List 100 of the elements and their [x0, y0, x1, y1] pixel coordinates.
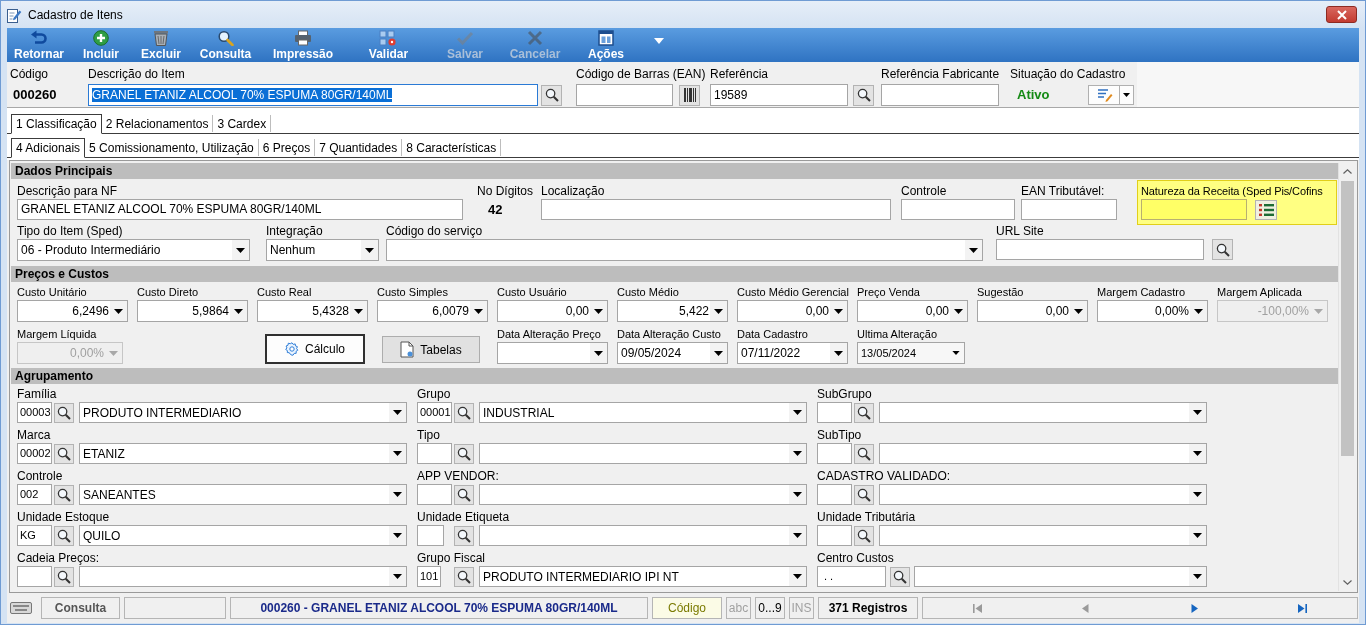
dropdown-field[interactable]	[386, 239, 983, 261]
delete-button[interactable]: Excluir	[138, 29, 184, 61]
field-label: Preço Venda	[857, 286, 920, 300]
dropdown-field[interactable]: 0,00	[737, 300, 848, 322]
search-button[interactable]	[454, 443, 474, 464]
search-button[interactable]	[854, 484, 874, 505]
vertical-scrollbar[interactable]	[1338, 163, 1356, 591]
list-button[interactable]	[1255, 199, 1277, 220]
more-button[interactable]	[652, 36, 666, 46]
dropdown-field[interactable]: 6,0079	[377, 300, 488, 322]
code-field[interactable]	[417, 484, 452, 505]
dropdown-field[interactable]: 0,00	[977, 300, 1088, 322]
dropdown-field[interactable]: ETANIZ	[79, 443, 407, 464]
dropdown-field[interactable]: 5,422	[617, 300, 728, 322]
code-field[interactable]: 00001	[417, 402, 452, 423]
field-label: CADASTRO VALIDADO:	[817, 469, 952, 484]
search-button[interactable]	[1212, 239, 1233, 260]
field-label: Margem Cadastro	[1097, 286, 1186, 300]
input-field[interactable]	[901, 199, 1015, 220]
dropdown-field[interactable]: QUILO	[79, 525, 407, 546]
search-button[interactable]	[854, 525, 874, 546]
code-field[interactable]: 00002	[17, 443, 52, 464]
dropdown-arrow-icon	[793, 451, 802, 456]
dropdown-field[interactable]: 07/11/2022	[737, 342, 848, 364]
search-button[interactable]	[890, 566, 910, 587]
tab[interactable]: 4 Adicionais	[11, 138, 86, 158]
calculate-button[interactable]: Cálculo	[265, 334, 365, 364]
dropdown-field[interactable]	[879, 402, 1207, 423]
input-field[interactable]	[881, 84, 999, 106]
code-field[interactable]	[417, 443, 452, 464]
search-button[interactable]	[54, 525, 74, 546]
last-record-button[interactable]	[1296, 601, 1310, 615]
actions-button[interactable]: Ações	[585, 29, 627, 61]
input-field[interactable]	[1141, 199, 1247, 220]
code-field[interactable]: 00003	[17, 402, 52, 423]
dropdown-field[interactable]	[79, 566, 407, 587]
code-field[interactable]	[817, 402, 852, 423]
close-button[interactable]	[1326, 6, 1357, 23]
barcode-button[interactable]	[679, 84, 700, 106]
dropdown-field[interactable]: 0,00%	[1097, 300, 1208, 322]
input-field[interactable]	[541, 199, 891, 220]
validate-button[interactable]: Validar	[365, 29, 412, 61]
dropdown-field[interactable]	[914, 566, 1207, 587]
search-button[interactable]	[54, 484, 74, 505]
tables-button[interactable]: Tabelas	[382, 336, 480, 363]
dropdown-field[interactable]	[497, 342, 608, 364]
input-field[interactable]: GRANEL ETANIZ ALCOOL 70% ESPUMA 80GR/140ML	[17, 199, 463, 220]
scrollbar-thumb[interactable]	[1341, 181, 1354, 456]
status-menu-button[interactable]	[1088, 85, 1134, 105]
record-count: 371 Registros	[818, 597, 918, 619]
input-field[interactable]: GRANEL ETANIZ ALCOOL 70% ESPUMA 80GR/140ML	[88, 84, 538, 106]
code-field[interactable]: . .	[817, 566, 886, 587]
dropdown-field[interactable]: 06 - Produto Intermediário	[17, 239, 250, 261]
code-field[interactable]: KG	[17, 525, 52, 546]
dropdown-field[interactable]: 5,4328	[257, 300, 368, 322]
search-button[interactable]	[54, 443, 74, 464]
section-header: Agrupamento	[11, 368, 1338, 384]
dropdown-field[interactable]: 5,9864	[137, 300, 248, 322]
dropdown-field[interactable]	[479, 484, 807, 505]
dropdown-field[interactable]: 0,00	[857, 300, 968, 322]
dropdown-field[interactable]: PRODUTO INTERMEDIARIO IPI NT	[479, 566, 807, 587]
search-button[interactable]	[54, 402, 74, 423]
dropdown-field[interactable]	[479, 443, 807, 464]
dropdown-field[interactable]	[879, 525, 1207, 546]
search-button[interactable]	[854, 402, 874, 423]
search-button[interactable]	[541, 84, 562, 106]
search-button[interactable]	[54, 566, 74, 587]
tab[interactable]: 1 Classificação	[11, 114, 102, 134]
dropdown-field[interactable]: 6,2496	[17, 300, 128, 322]
add-button[interactable]: Incluir	[80, 29, 122, 61]
search-button[interactable]	[454, 484, 474, 505]
input-field[interactable]: 19589	[710, 84, 848, 106]
search-button[interactable]: Consulta	[196, 29, 255, 61]
search-button[interactable]	[454, 402, 474, 423]
code-field[interactable]: 101	[417, 566, 441, 587]
code-field[interactable]	[817, 484, 852, 505]
dropdown-field[interactable]: INDUSTRIAL	[479, 402, 807, 423]
print-button[interactable]: Impressão	[270, 29, 336, 61]
search-button[interactable]	[454, 525, 474, 546]
code-field[interactable]	[17, 566, 52, 587]
dropdown-field[interactable]: Nenhum	[266, 239, 379, 261]
search-button[interactable]	[454, 566, 474, 587]
search-button[interactable]	[854, 443, 874, 464]
code-field[interactable]: 002	[17, 484, 52, 505]
input-field[interactable]	[996, 239, 1204, 260]
code-field[interactable]	[817, 443, 852, 464]
input-field[interactable]	[1021, 199, 1117, 220]
dropdown-field[interactable]: PRODUTO INTERMEDIARIO	[79, 402, 407, 423]
dropdown-field[interactable]: 09/05/2024	[617, 342, 728, 364]
code-field[interactable]	[417, 525, 444, 546]
dropdown-field[interactable]: SANEANTES	[79, 484, 407, 505]
dropdown-field[interactable]	[879, 484, 1207, 505]
code-field[interactable]	[817, 525, 852, 546]
dropdown-field[interactable]: 13/05/2024	[857, 342, 965, 364]
search-button[interactable]	[853, 84, 874, 106]
back-button[interactable]: Retornar	[11, 29, 67, 61]
dropdown-field[interactable]	[879, 443, 1207, 464]
input-field[interactable]	[576, 84, 673, 106]
dropdown-field[interactable]	[479, 525, 807, 546]
dropdown-field[interactable]: 0,00	[497, 300, 608, 322]
